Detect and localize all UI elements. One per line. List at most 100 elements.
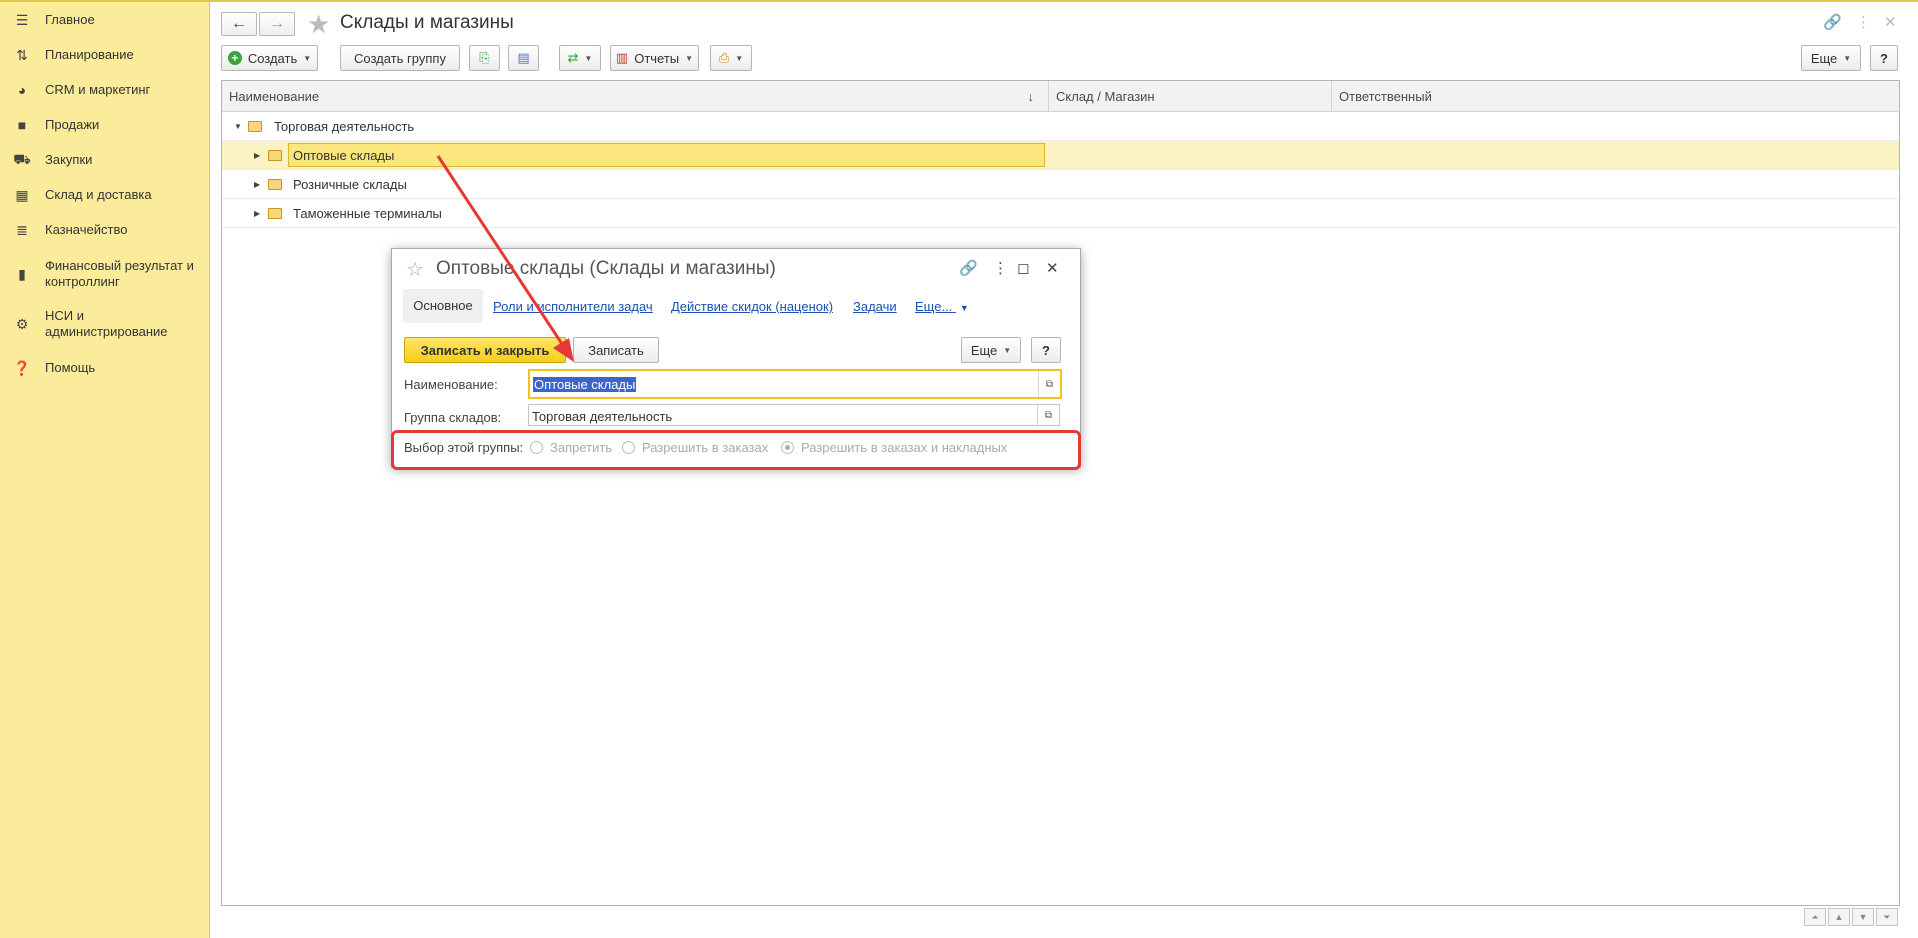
more-vertical-icon[interactable]: ⋮ xyxy=(1856,13,1871,31)
dialog-title: Оптовые склады (Склады и магазины) xyxy=(436,258,776,279)
dialog-more-button[interactable]: Еще ▼ xyxy=(961,337,1021,363)
sidebar-item-warehouse[interactable]: ▦ Склад и доставка xyxy=(0,187,210,207)
scroll-up-button[interactable]: ▲ xyxy=(1828,908,1850,926)
tab-tasks[interactable]: Задачи xyxy=(853,299,897,314)
grid-icon: ▦ xyxy=(15,186,29,203)
help-icon: ❓ xyxy=(13,359,31,376)
list-button[interactable]: ▤ xyxy=(508,45,539,71)
dialog-help-button[interactable]: ? xyxy=(1031,337,1061,363)
link-icon[interactable]: 🔗 xyxy=(1823,13,1842,31)
triangle-right-icon[interactable]: ▶ xyxy=(254,180,260,189)
copy-button[interactable]: ⎘ xyxy=(469,45,500,71)
column-header-warehouse-store[interactable]: Склад / Магазин xyxy=(1049,81,1332,112)
tab-discounts[interactable]: Действие скидок (наценок) xyxy=(671,299,833,314)
triangle-right-icon[interactable]: ▶ xyxy=(254,151,260,160)
open-icon[interactable]: ⧉ xyxy=(1037,405,1059,425)
tab-main[interactable]: Основное xyxy=(403,289,483,323)
favorite-star-icon[interactable]: ★ xyxy=(307,9,330,40)
chevron-down-icon: ▼ xyxy=(685,53,694,63)
scroll-top-icon: ⏶ xyxy=(1811,911,1819,922)
sidebar-item-main[interactable]: ☰ Главное xyxy=(0,12,210,32)
link-icon[interactable]: 🔗 xyxy=(959,259,978,277)
folder-icon xyxy=(268,179,282,190)
favorite-star-icon[interactable]: ☆ xyxy=(406,257,424,282)
more-button[interactable]: Еще ▼ xyxy=(1801,45,1861,71)
scroll-up-icon: ▲ xyxy=(1834,912,1844,922)
sidebar-item-label: Продажи xyxy=(45,117,100,132)
sidebar-item-crm[interactable]: ◕ CRM и маркетинг xyxy=(0,82,210,102)
scroll-bottom-button[interactable]: ⏷ xyxy=(1876,908,1898,926)
save-and-close-button[interactable]: Записать и закрыть xyxy=(404,337,566,363)
table-header: Наименование ↓ Склад / Магазин Ответстве… xyxy=(222,81,1899,112)
sidebar-item-label: Казначейство xyxy=(45,222,128,237)
tab-roles[interactable]: Роли и исполнители задач xyxy=(493,299,653,314)
table-row[interactable]: ▶ Таможенные терминалы xyxy=(222,199,1899,228)
print-icon: ⎙ xyxy=(718,50,730,65)
column-header-name[interactable]: Наименование ↓ xyxy=(222,81,1049,112)
scroll-down-button[interactable]: ▼ xyxy=(1852,908,1874,926)
sidebar-item-planning[interactable]: ⇅ Планирование xyxy=(0,47,210,67)
chevron-down-icon: ▼ xyxy=(1003,345,1012,355)
list-icon: ▤ xyxy=(517,50,530,65)
chevron-down-icon: ▼ xyxy=(735,53,744,63)
save-button[interactable]: Записать xyxy=(573,337,659,363)
column-header-responsible[interactable]: Ответственный xyxy=(1332,81,1901,112)
bar-chart-icon: ▮ xyxy=(18,265,26,282)
forward-button[interactable]: → xyxy=(259,12,295,36)
sidebar-item-purchases[interactable]: ⛟ Закупки xyxy=(0,151,210,172)
pie-chart-icon: ◕ xyxy=(17,82,27,98)
chevron-down-icon: ▼ xyxy=(959,303,969,313)
table-row[interactable]: ▶ Розничные склады xyxy=(222,170,1899,199)
group-field-label: Группа складов: xyxy=(404,410,502,425)
reports-button[interactable]: ▥ Отчеты ▼ xyxy=(610,45,699,71)
page-title: Склады и магазины xyxy=(340,12,514,33)
dialog-help-label: ? xyxy=(1042,342,1050,358)
close-icon[interactable]: ✕ xyxy=(1884,13,1897,31)
sidebar-item-help[interactable]: ❓ Помощь xyxy=(0,360,210,380)
sidebar-item-label: Помощь xyxy=(45,360,96,375)
sidebar-item-label: Главное xyxy=(45,12,95,27)
sidebar-item-label: Планирование xyxy=(45,47,134,62)
exchange-button[interactable]: ⇄ ▼ xyxy=(559,45,601,71)
save-and-close-label: Записать и закрыть xyxy=(420,342,550,358)
chevron-down-icon: ▼ xyxy=(303,53,312,63)
warehouses-table: Наименование ↓ Склад / Магазин Ответстве… xyxy=(221,80,1900,906)
arrow-left-icon: ← xyxy=(231,15,247,32)
table-row[interactable]: ▼ Торговая деятельность xyxy=(222,112,1899,141)
close-icon[interactable]: ✕ xyxy=(1046,259,1059,277)
column-header-label: Наименование xyxy=(229,89,320,104)
row-name: Розничные склады xyxy=(293,177,407,192)
maximize-icon[interactable]: ◻ xyxy=(1017,259,1029,277)
name-input[interactable]: Оптовые склады ⧉ xyxy=(528,369,1062,399)
menu-icon: ☰ xyxy=(15,11,29,28)
create-group-button[interactable]: Создать группу xyxy=(340,45,460,71)
sort-arrow-icon: ↓ xyxy=(1027,89,1035,104)
reports-label: Отчеты xyxy=(634,50,680,66)
bag-icon: ■ xyxy=(17,117,27,133)
more-vertical-icon[interactable]: ⋮ xyxy=(993,259,1008,277)
dialog-more-label: Еще xyxy=(970,342,998,358)
report-icon: ▥ xyxy=(615,50,629,65)
highlight-annotation-box xyxy=(391,430,1081,470)
chevron-down-icon: ▼ xyxy=(584,53,593,63)
sidebar-item-treasury[interactable]: ≣ Казначейство xyxy=(0,222,210,242)
help-label: ? xyxy=(1880,50,1888,66)
help-button[interactable]: ? xyxy=(1870,45,1898,71)
plus-icon: + xyxy=(227,51,242,65)
group-input[interactable]: Торговая деятельность ⧉ xyxy=(528,404,1060,426)
sidebar-item-finance[interactable]: ▮ Финансовый результат и контроллинг xyxy=(0,258,210,292)
back-button[interactable]: ← xyxy=(221,12,257,36)
sidebar-item-admin[interactable]: ⚙ НСИ и администрирование xyxy=(0,308,210,342)
table-row-selected[interactable]: ▶ Оптовые склады xyxy=(222,141,1899,170)
triangle-down-icon[interactable]: ▼ xyxy=(234,122,242,131)
more-label: Еще xyxy=(1810,50,1838,66)
group-input-value: Торговая деятельность xyxy=(532,409,673,424)
triangle-right-icon[interactable]: ▶ xyxy=(254,209,260,218)
sidebar-item-sales[interactable]: ■ Продажи xyxy=(0,117,210,137)
open-icon[interactable]: ⧉ xyxy=(1038,371,1060,397)
tab-more[interactable]: Еще... ▼ xyxy=(915,299,969,314)
row-name: Торговая деятельность xyxy=(274,119,415,134)
print-button[interactable]: ⎙ ▼ xyxy=(710,45,752,71)
create-button[interactable]: + Создать ▼ xyxy=(221,45,318,71)
scroll-top-button[interactable]: ⏶ xyxy=(1804,908,1826,926)
